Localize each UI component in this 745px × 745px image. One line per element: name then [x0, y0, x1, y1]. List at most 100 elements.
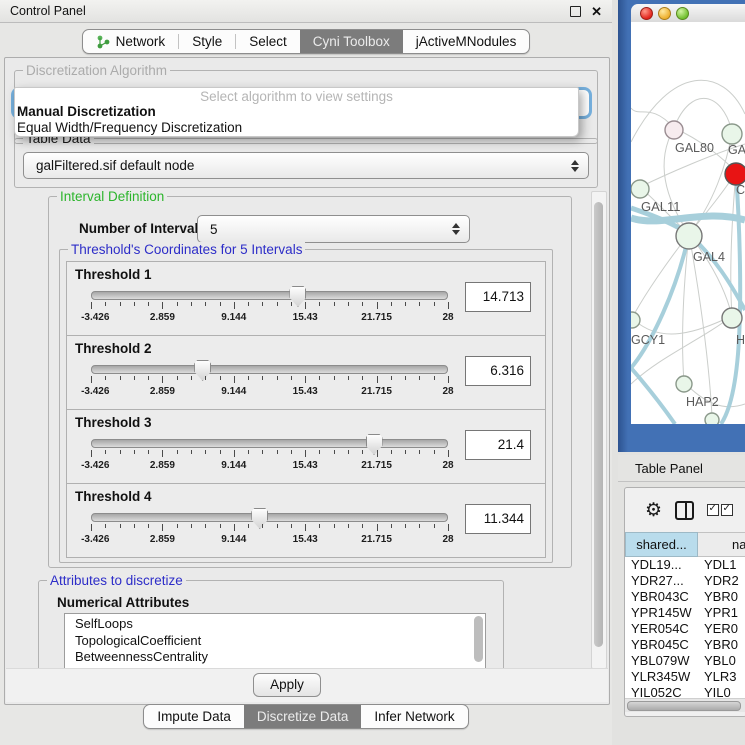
- threshold-1-value-field[interactable]: 14.713: [465, 282, 531, 312]
- minor-tick: [105, 302, 106, 306]
- cell-name[interactable]: YPR1: [697, 605, 745, 621]
- threshold-4-value-field[interactable]: 11.344: [465, 504, 531, 534]
- cell-name[interactable]: YBL0: [697, 653, 745, 669]
- tab-jactivemnodules[interactable]: jActiveMNodules: [403, 30, 530, 53]
- table-rows[interactable]: YDL19...YDL1YDR27...YDR2YBR043CYBR0YPR14…: [625, 557, 745, 698]
- table-row[interactable]: YBR043CYBR0: [625, 589, 745, 605]
- threshold-3-slider[interactable]: -3.4262.8599.14415.4321.71528: [91, 434, 448, 480]
- table-row[interactable]: YBL079WYBL0: [625, 653, 745, 669]
- node-h-right[interactable]: [722, 308, 742, 328]
- node-gal11[interactable]: [631, 180, 649, 198]
- table-horizontal-scrollbar-thumb[interactable]: [627, 701, 741, 711]
- minor-tick: [362, 376, 363, 380]
- cell-shared-name[interactable]: YBL079W: [625, 653, 697, 669]
- tab-network[interactable]: Network: [83, 30, 179, 53]
- node-hap2[interactable]: [676, 376, 692, 392]
- table-data-combobox[interactable]: galFiltered.sif default node: [23, 152, 589, 179]
- network-canvas[interactable]: GAL80 GA C GAL11 GAL4 GCY1 H HAP2: [631, 22, 745, 424]
- tab-style-label: Style: [192, 34, 222, 49]
- column-layout-icon[interactable]: [675, 501, 694, 520]
- minor-tick: [177, 302, 178, 306]
- table-row[interactable]: YIL052CYIL0: [625, 685, 745, 698]
- cell-name[interactable]: YBR0: [697, 637, 745, 653]
- cell-shared-name[interactable]: YIL052C: [625, 685, 697, 698]
- node-bottom-partial[interactable]: [705, 413, 719, 424]
- table-row[interactable]: YPR145WYPR1: [625, 605, 745, 621]
- tab-select[interactable]: Select: [236, 30, 300, 53]
- column-header-shared-name[interactable]: shared...: [625, 532, 698, 557]
- table-horizontal-scrollbar[interactable]: [625, 698, 745, 712]
- slider-track[interactable]: [91, 513, 448, 522]
- cell-shared-name[interactable]: YLR345W: [625, 669, 697, 685]
- interval-definition-title: Interval Definition: [57, 190, 167, 204]
- tab-cyni-toolbox[interactable]: Cyni Toolbox: [300, 30, 403, 53]
- minor-tick: [434, 302, 435, 306]
- dropdown-option-manual-discretization[interactable]: Manual Discretization: [15, 104, 578, 120]
- window-minimize-icon[interactable]: [658, 7, 671, 20]
- node-gal80[interactable]: [665, 121, 683, 139]
- cell-name[interactable]: YER0: [697, 621, 745, 637]
- table-row[interactable]: YDL19...YDL1: [625, 557, 745, 573]
- minor-tick: [391, 302, 392, 306]
- minor-tick: [148, 376, 149, 380]
- node-gcy1[interactable]: [631, 312, 640, 328]
- threshold-2-value-field[interactable]: 6.316: [465, 356, 531, 386]
- cell-shared-name[interactable]: YER054C: [625, 621, 697, 637]
- dropdown-option-equal-width-frequency[interactable]: Equal Width/Frequency Discretization: [15, 120, 578, 136]
- minor-tick: [191, 450, 192, 454]
- panel-scrollbar-thumb[interactable]: [594, 202, 603, 647]
- attribute-list-item[interactable]: BetweennessCentrality: [65, 649, 485, 666]
- tab-discretize-data[interactable]: Discretize Data: [244, 705, 362, 728]
- cell-name[interactable]: YBR0: [697, 589, 745, 605]
- float-window-icon[interactable]: [570, 6, 581, 17]
- select-columns-icon[interactable]: [707, 504, 733, 516]
- attributes-group-title: Attributes to discretize: [47, 573, 186, 588]
- axis-tick-label: 9.144: [221, 312, 246, 323]
- slider-track[interactable]: [91, 291, 448, 300]
- table-row[interactable]: YLR345WYLR3: [625, 669, 745, 685]
- node-red-selected[interactable]: [725, 163, 745, 185]
- tab-impute-data[interactable]: Impute Data: [144, 705, 244, 728]
- tab-infer-network[interactable]: Infer Network: [361, 705, 467, 728]
- window-zoom-icon[interactable]: [676, 7, 689, 20]
- threshold-1-slider[interactable]: -3.4262.8599.14415.4321.71528: [91, 286, 448, 332]
- cell-shared-name[interactable]: YPR145W: [625, 605, 697, 621]
- minor-tick: [177, 450, 178, 454]
- minor-tick: [348, 450, 349, 454]
- slider-track[interactable]: [91, 439, 448, 448]
- attribute-list-item[interactable]: SelfLoops: [65, 616, 485, 633]
- table-row[interactable]: YBR045CYBR0: [625, 637, 745, 653]
- node-label-partial-right: C: [736, 183, 745, 197]
- threshold-4-slider[interactable]: -3.4262.8599.14415.4321.71528: [91, 508, 448, 554]
- slider-ticks: [91, 450, 448, 458]
- apply-row: Apply: [6, 668, 608, 702]
- table-row[interactable]: YER054CYER0: [625, 621, 745, 637]
- cell-shared-name[interactable]: YDL19...: [625, 557, 697, 573]
- cell-shared-name[interactable]: YDR27...: [625, 573, 697, 589]
- window-close-icon[interactable]: [640, 7, 653, 20]
- minor-tick: [177, 524, 178, 528]
- node-gal4[interactable]: [676, 223, 702, 249]
- panel-scrollbar[interactable]: [591, 191, 607, 669]
- column-header-name[interactable]: na: [698, 532, 745, 557]
- numerical-attributes-list[interactable]: SelfLoopsTopologicalCoefficientBetweenne…: [64, 613, 486, 668]
- cell-name[interactable]: YLR3: [697, 669, 745, 685]
- apply-button[interactable]: Apply: [253, 673, 321, 697]
- tab-style[interactable]: Style: [179, 30, 235, 53]
- cell-shared-name[interactable]: YBR043C: [625, 589, 697, 605]
- close-icon[interactable]: ✕: [591, 5, 602, 18]
- gear-icon[interactable]: ⚙: [645, 501, 662, 520]
- cell-name[interactable]: YIL0: [697, 685, 745, 698]
- major-tick: [305, 376, 306, 383]
- attribute-list-item[interactable]: TopologicalCoefficient: [65, 633, 485, 650]
- node-top-right[interactable]: [722, 124, 742, 144]
- slider-track[interactable]: [91, 365, 448, 374]
- table-row[interactable]: YDR27...YDR2: [625, 573, 745, 589]
- list-scrollbar[interactable]: [474, 616, 483, 662]
- cell-shared-name[interactable]: YBR045C: [625, 637, 697, 653]
- number-of-intervals-combobox[interactable]: 5: [197, 215, 470, 243]
- threshold-2-slider[interactable]: -3.4262.8599.14415.4321.71528: [91, 360, 448, 406]
- cell-name[interactable]: YDL1: [697, 557, 745, 573]
- threshold-3-value-field[interactable]: 21.4: [465, 430, 531, 460]
- cell-name[interactable]: YDR2: [697, 573, 745, 589]
